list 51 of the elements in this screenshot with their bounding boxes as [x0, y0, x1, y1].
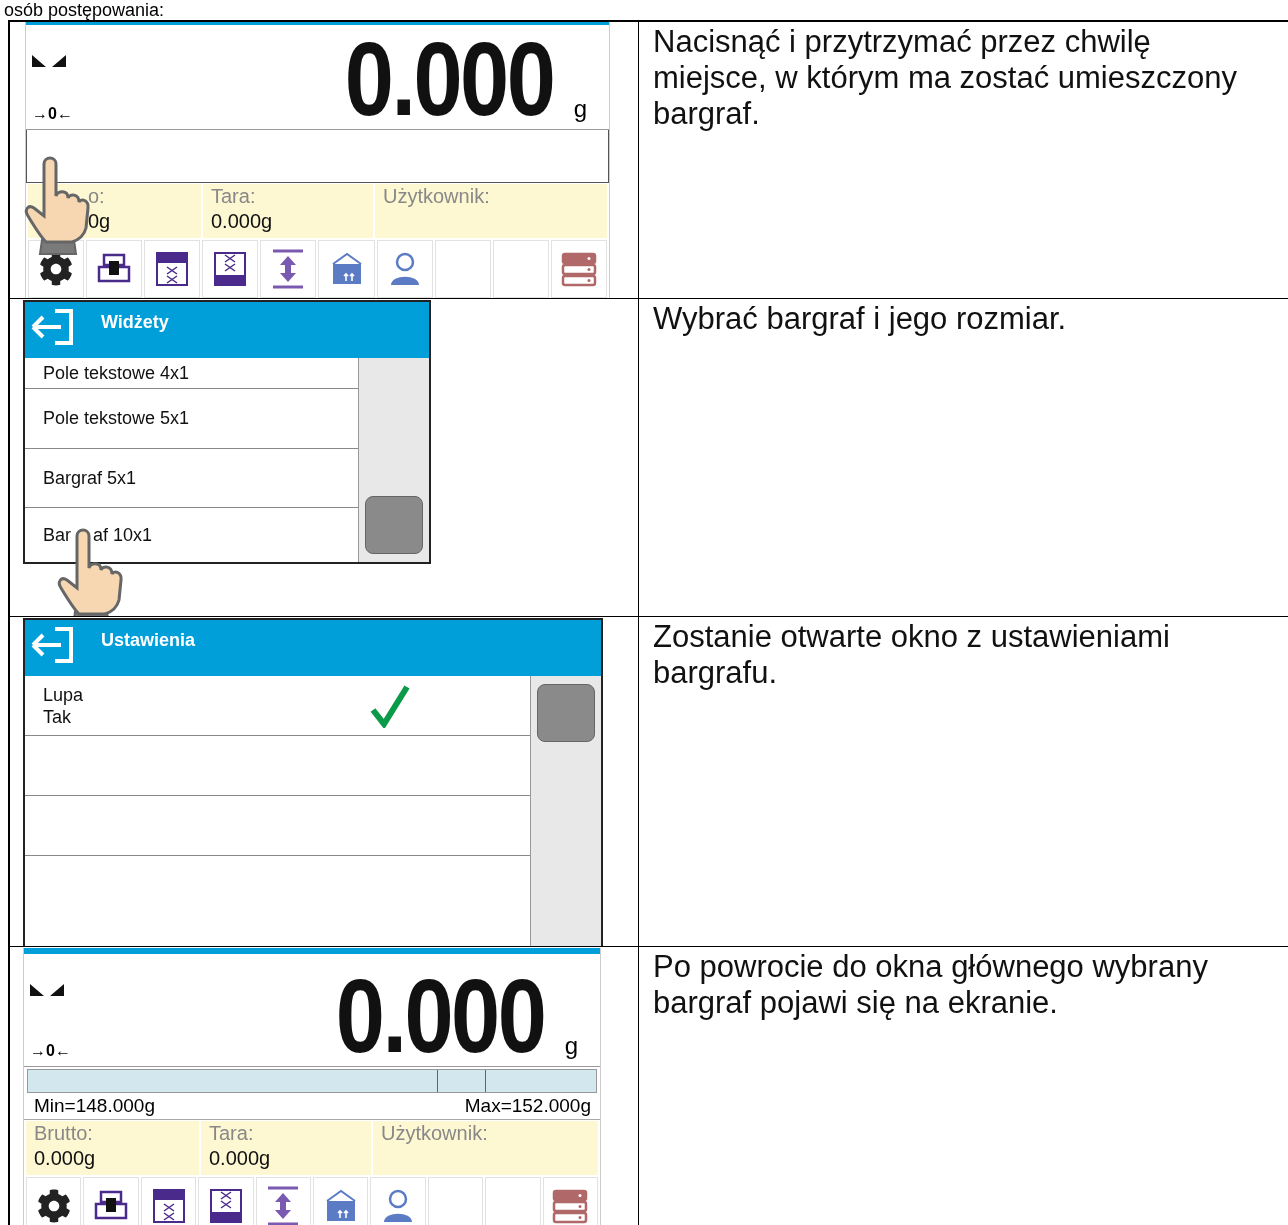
server-icon: [552, 1188, 589, 1224]
toolbar-button[interactable]: [86, 240, 143, 298]
crossed-form-icon: [152, 1189, 185, 1223]
min-label: Min=148.000g: [34, 1095, 155, 1117]
unit-label: g: [564, 1034, 578, 1061]
scrollbar-thumb[interactable]: [365, 496, 423, 554]
settings-icon: [39, 252, 74, 286]
info-label: Użytkownik:: [381, 1121, 489, 1145]
dialog-title: Widżety: [101, 311, 169, 334]
info-value: 0.000g: [211, 209, 274, 234]
info-label: Użytkownik:: [383, 184, 491, 208]
list-item[interactable]: Pole tekstowe 4x1: [25, 358, 358, 389]
user-icon: [382, 1189, 415, 1223]
info-value: 0.000g: [34, 1146, 97, 1171]
info-label: Tara:: [211, 184, 257, 208]
info-value: 0.000g: [209, 1146, 272, 1171]
crossed-form-icon: [214, 252, 247, 286]
weight-reading: 0.000: [345, 33, 554, 125]
toolbar-button[interactable]: [26, 1177, 82, 1225]
section-heading: osób postępowania:: [3, 0, 166, 20]
stability-icon: [30, 982, 64, 996]
zero-indicator: →0←: [32, 105, 73, 123]
step-description: Po powrocie do okna głównego wybrany bargraf pojawi się na ekranie.: [653, 949, 1209, 1021]
toolbar-button[interactable]: [83, 1177, 139, 1225]
toolbar-button[interactable]: [140, 1177, 197, 1225]
info-value: 0g: [88, 209, 112, 234]
stability-icon: [32, 53, 66, 67]
list-item[interactable]: Lupa Tak: [25, 676, 530, 736]
unit-label: g: [573, 97, 587, 124]
weight-reading: 0.000: [336, 970, 545, 1062]
vertical-arrows-icon: [271, 249, 306, 289]
scrollbar-thumb[interactable]: [537, 684, 595, 742]
toolbar-button[interactable]: [198, 1177, 254, 1225]
dialog-title: Ustawienia: [101, 629, 196, 652]
toolbar-button[interactable]: [144, 240, 201, 298]
step-description: Wybrać bargraf i jego rozmiar.: [653, 301, 1068, 337]
info-label: Tara:: [209, 1121, 255, 1145]
user-icon: [388, 252, 421, 286]
toolbar-button[interactable]: [202, 240, 259, 298]
crossed-form-icon: [209, 1189, 242, 1223]
info-label: o:: [88, 184, 106, 208]
info-label: Brutto:: [34, 1121, 94, 1145]
step-description: Nacisnąć i przytrzymać przez chwilę miejsce, w którym ma zostać umieszczony bargraf.: [653, 24, 1238, 132]
vertical-arrows-icon: [266, 1186, 301, 1225]
settings-icon: [36, 1189, 71, 1223]
zero-indicator: →0←: [30, 1042, 71, 1060]
server-icon: [560, 251, 597, 287]
list-item[interactable]: Bar af 10x1: [25, 508, 358, 562]
max-label: Max=152.000g: [464, 1095, 591, 1117]
step-description: Zostanie otwarte okno z ustawieniami bargrafu.: [653, 619, 1171, 691]
crossed-form-icon: [156, 252, 189, 286]
